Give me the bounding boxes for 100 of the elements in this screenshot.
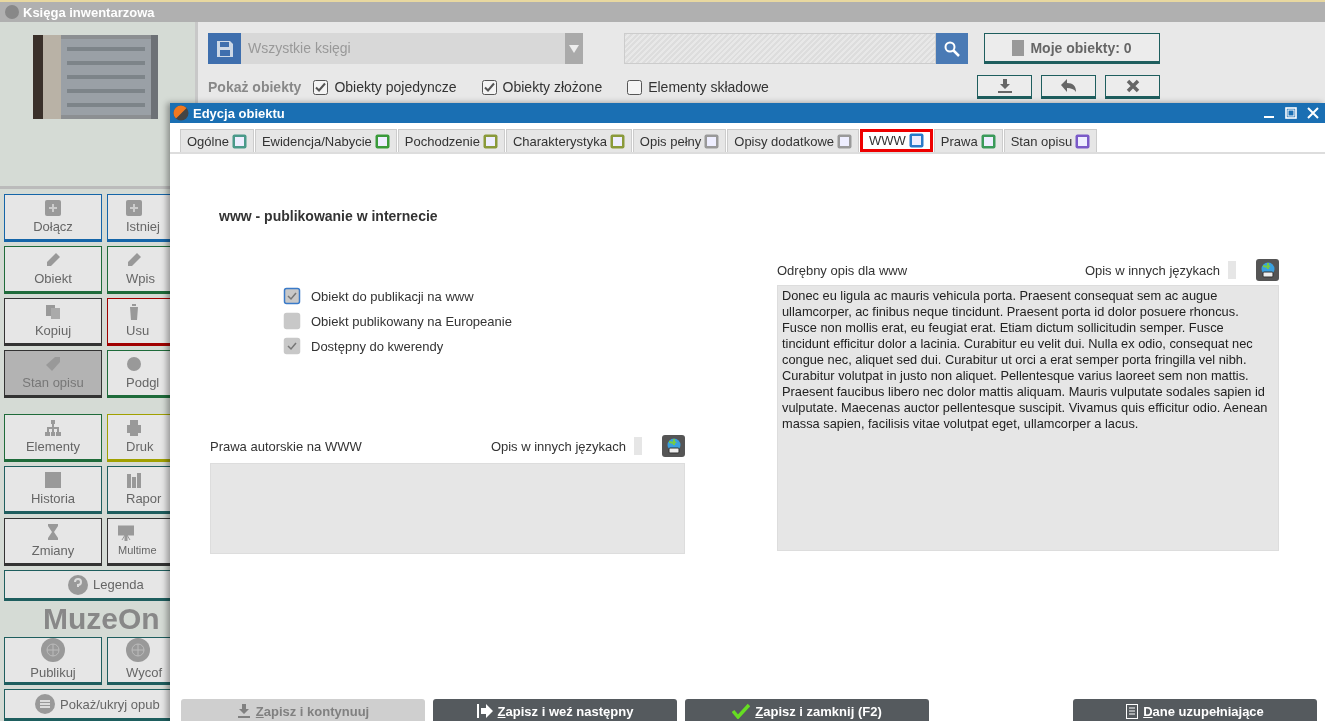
description-field[interactable]: Donec eu ligula ac mauris vehicula porta. Praesent consequat sem ac augue ullamcorper, ac finibus neque tincidunt. Praesent porta id dolor posuere rhoncus. Fusce non mollis erat, eu feugiat erat. Etiam dictum sollicitudin semper. Fusce tincidunt efficitur dolor a lacinia. Curabitur eu velit dui. Nulla ex odio, consequat nec congue nec, aliquet sed dui. Curabitur ut orci a erat semper porta fringilla vel nibh. Curabitur volutpat in justo non aliquet. Pellentesque varius laoreet sem non mattis. Praesent faucibus libero nec dolor mattis aliquam. Mauris vulputate sodales sapien id vulputate. Maecenas auctor pellentesque suscipit. Vivamus quis efficitur odio. Aenean massa sapien, facilisis vitae volutpat eget, ullamcorper a lacus. <box>777 285 1279 551</box>
sidebar-button[interactable]: Zmiany <box>4 518 102 566</box>
search-field[interactable] <box>624 33 936 64</box>
footer-button[interactable]: Zapisz i weź następny <box>433 699 677 721</box>
tab[interactable]: Ogólne <box>180 129 254 152</box>
search-button[interactable] <box>936 33 968 64</box>
languages-button[interactable] <box>662 435 685 457</box>
copyright-field[interactable] <box>210 463 685 554</box>
sidebar-button[interactable]: Rapor <box>107 466 170 514</box>
checkbox-label: Elementy składowe <box>648 79 769 95</box>
pencil-icon <box>126 252 142 268</box>
list-icon <box>35 694 55 715</box>
tab[interactable]: Ewidencja/Nabycie <box>254 129 397 152</box>
sidebar-button[interactable]: Podgl <box>107 350 170 398</box>
plus-icon <box>126 200 142 216</box>
sidebar-button[interactable]: Wpis <box>107 246 170 294</box>
save-icon <box>215 39 234 58</box>
globe-icon <box>126 638 150 663</box>
sidebar-button[interactable]: Usu <box>107 298 170 346</box>
document-icon <box>231 133 247 149</box>
language-indicator <box>1228 261 1236 279</box>
sidebar-button[interactable]: Historia <box>4 466 102 514</box>
help-icon <box>68 574 88 595</box>
sidebar-button[interactable]: Multime <box>107 518 170 566</box>
plus-icon <box>45 200 61 216</box>
checkbox[interactable] <box>283 287 301 305</box>
document-icon <box>980 133 996 149</box>
close-button[interactable] <box>1105 75 1160 99</box>
checkbox[interactable] <box>481 79 497 95</box>
chart-icon <box>126 472 142 488</box>
checkbox-label: Obiekt do publikacji na www <box>311 288 474 304</box>
languages-label: Opis w innych językach <box>490 438 626 454</box>
checkbox-label: Dostępny do kwerendy <box>311 338 444 354</box>
tab[interactable]: Prawa <box>933 129 1003 152</box>
dialog-title: Edycja obiektu <box>193 105 285 121</box>
section-heading: www - publikowanie w internecie <box>218 208 439 224</box>
hourglass-icon <box>45 524 61 540</box>
download-icon <box>236 704 251 718</box>
tab[interactable]: WWW <box>860 129 933 152</box>
hierarchy-icon <box>45 420 61 436</box>
app-logo-icon <box>173 105 189 121</box>
tab[interactable]: Stan opisu <box>1003 129 1098 152</box>
document-icon <box>837 133 852 149</box>
language-indicator <box>634 437 642 455</box>
download-icon <box>996 79 1013 93</box>
tab[interactable]: Opisy dodatkowe <box>727 129 859 152</box>
checkbox[interactable] <box>627 79 643 95</box>
projector-icon <box>118 525 134 542</box>
tab[interactable]: Opis pełny <box>632 129 727 152</box>
pencil-icon <box>45 252 61 268</box>
sidebar-button[interactable]: Wycof <box>107 637 170 686</box>
tag-icon <box>45 356 61 372</box>
field-label: Prawa autorskie na WWW <box>210 438 362 454</box>
close-icon[interactable] <box>1307 107 1319 119</box>
languages-button[interactable] <box>1256 259 1279 281</box>
checkbox-label: Obiekty złożone <box>502 79 603 95</box>
footer-button[interactable]: Dane uzupełniające <box>1073 699 1317 721</box>
sidebar-button[interactable]: Kopiuj <box>4 298 102 346</box>
sidebar-button[interactable]: Publikuj <box>4 637 102 686</box>
app-logo-icon <box>4 4 20 20</box>
search-icon <box>944 40 960 57</box>
disc-icon <box>126 356 142 372</box>
legend-button[interactable]: Legenda <box>4 570 170 602</box>
toggle-button[interactable]: Pokaż/ukryj opub <box>4 689 170 721</box>
checkbox-label: Obiekty pojedyncze <box>334 79 457 95</box>
app-title: Księga inwentarzowa <box>23 4 155 20</box>
caret-icon <box>569 44 579 53</box>
show-label: Pokaż obiekty <box>208 79 302 95</box>
globe-icon <box>665 438 682 454</box>
footer-button[interactable]: Zapisz i zamknij (F2) <box>685 699 929 721</box>
reply-button[interactable] <box>1041 75 1096 99</box>
document-icon <box>609 133 625 149</box>
checkbox-label: Obiekt publikowany na Europeanie <box>311 313 512 329</box>
tab[interactable]: Pochodzenie <box>397 129 505 152</box>
download-button[interactable] <box>977 75 1032 99</box>
globe-icon <box>1259 262 1276 278</box>
document-icon <box>908 133 924 148</box>
sidebar-button[interactable]: Elementy <box>4 414 102 462</box>
sidebar-button[interactable]: Druk <box>107 414 170 462</box>
document-icon <box>374 133 390 149</box>
my-objects-button[interactable]: Moje obiekty: 0 <box>984 33 1160 64</box>
document-icon <box>482 133 498 149</box>
document-icon <box>704 133 720 149</box>
globe-icon <box>41 638 65 663</box>
languages-label: Opis w innych językach <box>1084 262 1220 278</box>
checkbox[interactable] <box>313 79 329 95</box>
sidebar-button[interactable]: Obiekt <box>4 246 102 294</box>
close-icon <box>1125 79 1140 93</box>
check-icon <box>732 703 751 719</box>
brand-logo: MuzeOn <box>42 601 161 638</box>
tab[interactable]: Charakterystyka <box>505 129 632 152</box>
document-icon <box>1075 133 1091 149</box>
sidebar-button[interactable]: Dołącz <box>4 194 102 242</box>
document-icon <box>1126 703 1139 719</box>
field-label: Odrębny opis dla www <box>777 262 908 278</box>
copy-icon <box>45 304 61 320</box>
maximize-icon[interactable] <box>1285 107 1297 119</box>
arrow-right-icon <box>476 704 493 718</box>
reply-icon <box>1060 79 1077 93</box>
sidebar-button[interactable]: Istniej <box>107 194 170 242</box>
